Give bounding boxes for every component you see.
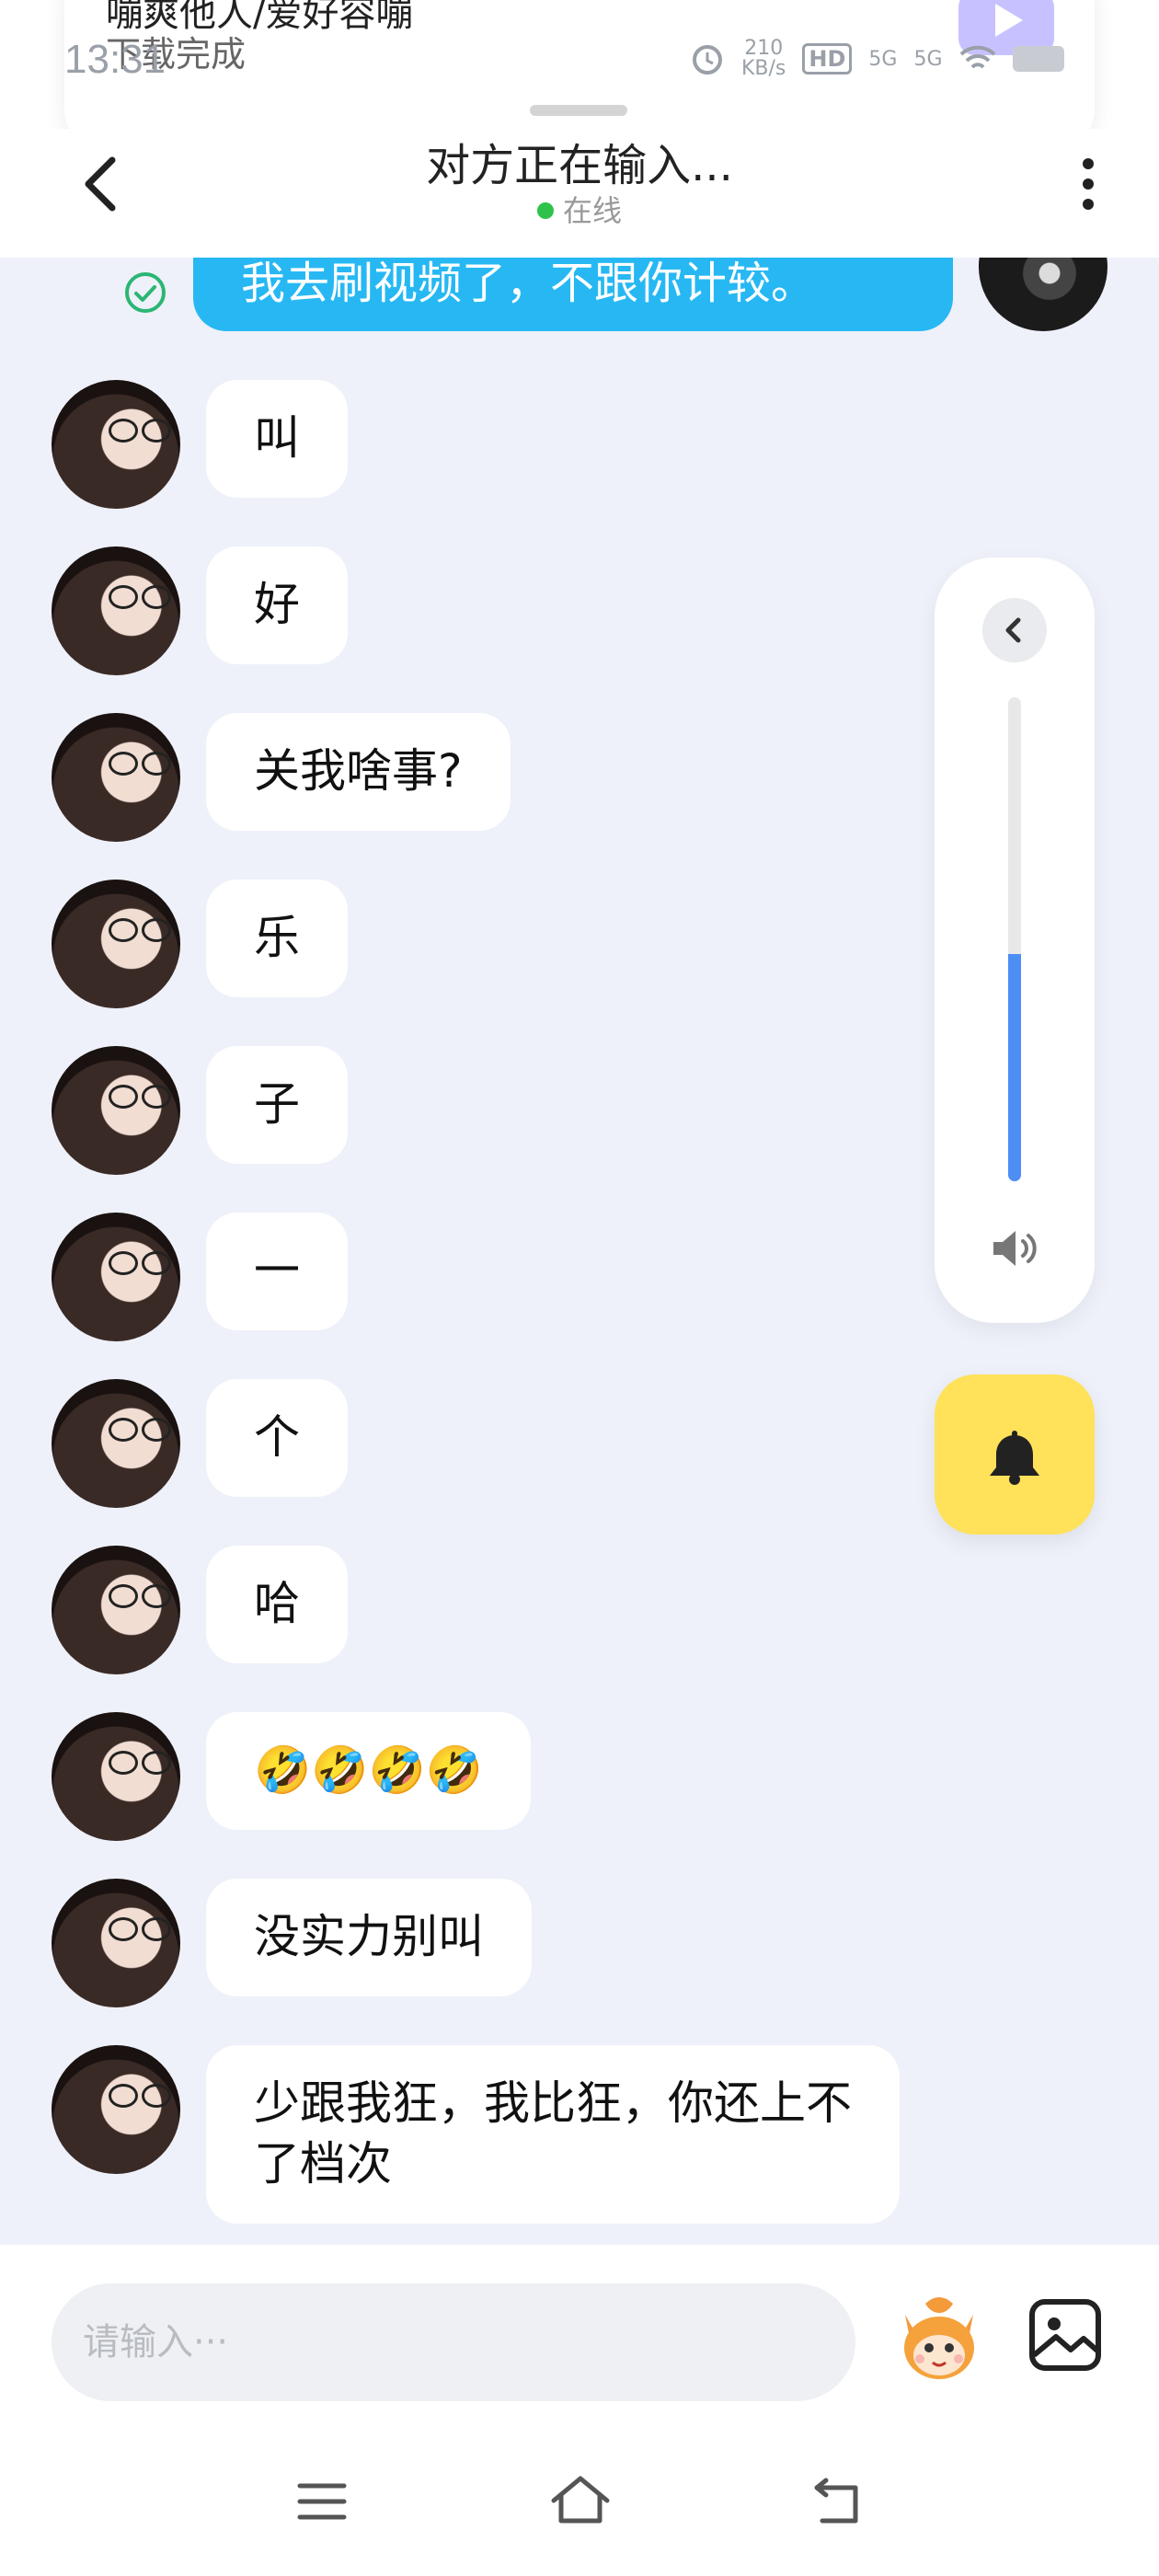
contact-avatar[interactable] [52, 546, 180, 675]
received-message-bubble[interactable]: 少跟我狂，我比狂，你还上不 了档次 [206, 2045, 900, 2224]
bell-icon [990, 1431, 1039, 1485]
received-message-bubble[interactable]: 叫 [206, 380, 348, 498]
more-vert-icon[interactable] [1074, 153, 1102, 217]
sent-message-row: 我去刷视频了，不跟你计较。 [0, 258, 1159, 331]
volume-slider[interactable] [1008, 697, 1021, 1181]
contact-avatar[interactable] [52, 1546, 180, 1674]
received-message-bubble[interactable]: 子 [206, 1046, 348, 1164]
battery-icon [1012, 46, 1064, 72]
net-speed-unit: KB/s [741, 57, 786, 80]
chevron-left-icon [1005, 617, 1021, 643]
received-message-bubble[interactable]: 关我啥事? [206, 713, 511, 831]
alarm-icon [693, 45, 722, 75]
contact-avatar[interactable] [52, 713, 180, 842]
contact-avatar[interactable] [52, 380, 180, 509]
contact-avatar[interactable] [52, 1213, 180, 1341]
hd-badge: HD [802, 43, 853, 75]
contact-avatar[interactable] [52, 1046, 180, 1175]
received-message-bubble[interactable]: 好 [206, 546, 348, 664]
contact-avatar[interactable] [52, 1379, 180, 1508]
received-message-bubble[interactable]: 个 [206, 1379, 348, 1497]
received-message-bubble[interactable]: 一 [206, 1213, 348, 1330]
message-input[interactable] [52, 2283, 855, 2401]
contact-avatar[interactable] [52, 1712, 180, 1841]
received-message-bubble[interactable]: 乐 [206, 880, 348, 997]
volume-collapse-button[interactable] [982, 598, 1047, 662]
menu-icon[interactable] [296, 2478, 348, 2524]
signal-1: 5G [868, 47, 898, 71]
read-check-icon [125, 272, 166, 313]
message-input-bar [0, 2245, 1159, 2438]
net-speed-value: 210 [744, 37, 784, 60]
system-nav-bar [0, 2438, 1159, 2576]
online-status-label: 在线 [562, 193, 622, 228]
status-bar: 嘣爽他人/爱好容嘣 下载完成 13:31 210 KB/s HD 5G 5G [0, 0, 1159, 147]
signal-2: 5G [913, 47, 943, 71]
notification-handle[interactable] [530, 105, 627, 116]
wifi-icon [959, 45, 995, 69]
contact-avatar[interactable] [52, 880, 180, 1008]
received-message-bubble[interactable]: 没实力别叫 [206, 1879, 532, 1996]
online-status: 在线 [0, 188, 1159, 230]
online-dot-icon [536, 202, 554, 219]
notification-bell-button[interactable] [935, 1374, 1095, 1535]
back-icon[interactable] [809, 2475, 865, 2526]
clock: 13:31 [64, 37, 166, 82]
volume-slider-fill [1008, 953, 1021, 1181]
my-avatar[interactable] [979, 258, 1107, 331]
image-icon[interactable] [1027, 2296, 1104, 2374]
chat-header: 对方正在输入... 在线 [0, 129, 1159, 258]
contact-avatar[interactable] [52, 2045, 180, 2174]
received-message-bubble[interactable]: 哈 [206, 1546, 348, 1663]
speaker-icon[interactable] [988, 1225, 1043, 1271]
status-icons: 210 KB/s HD 5G 5G [690, 39, 1064, 79]
received-message-bubble[interactable]: 🤣🤣🤣🤣 [206, 1712, 532, 1830]
volume-panel [935, 558, 1095, 1323]
net-speed: 210 KB/s [741, 39, 786, 79]
mascot-icon[interactable] [889, 2287, 990, 2388]
sent-message-bubble[interactable]: 我去刷视频了，不跟你计较。 [193, 258, 953, 331]
contact-avatar[interactable] [52, 1879, 180, 2007]
contact-typing-title: 对方正在输入... [426, 140, 733, 191]
home-icon[interactable] [548, 2471, 613, 2526]
